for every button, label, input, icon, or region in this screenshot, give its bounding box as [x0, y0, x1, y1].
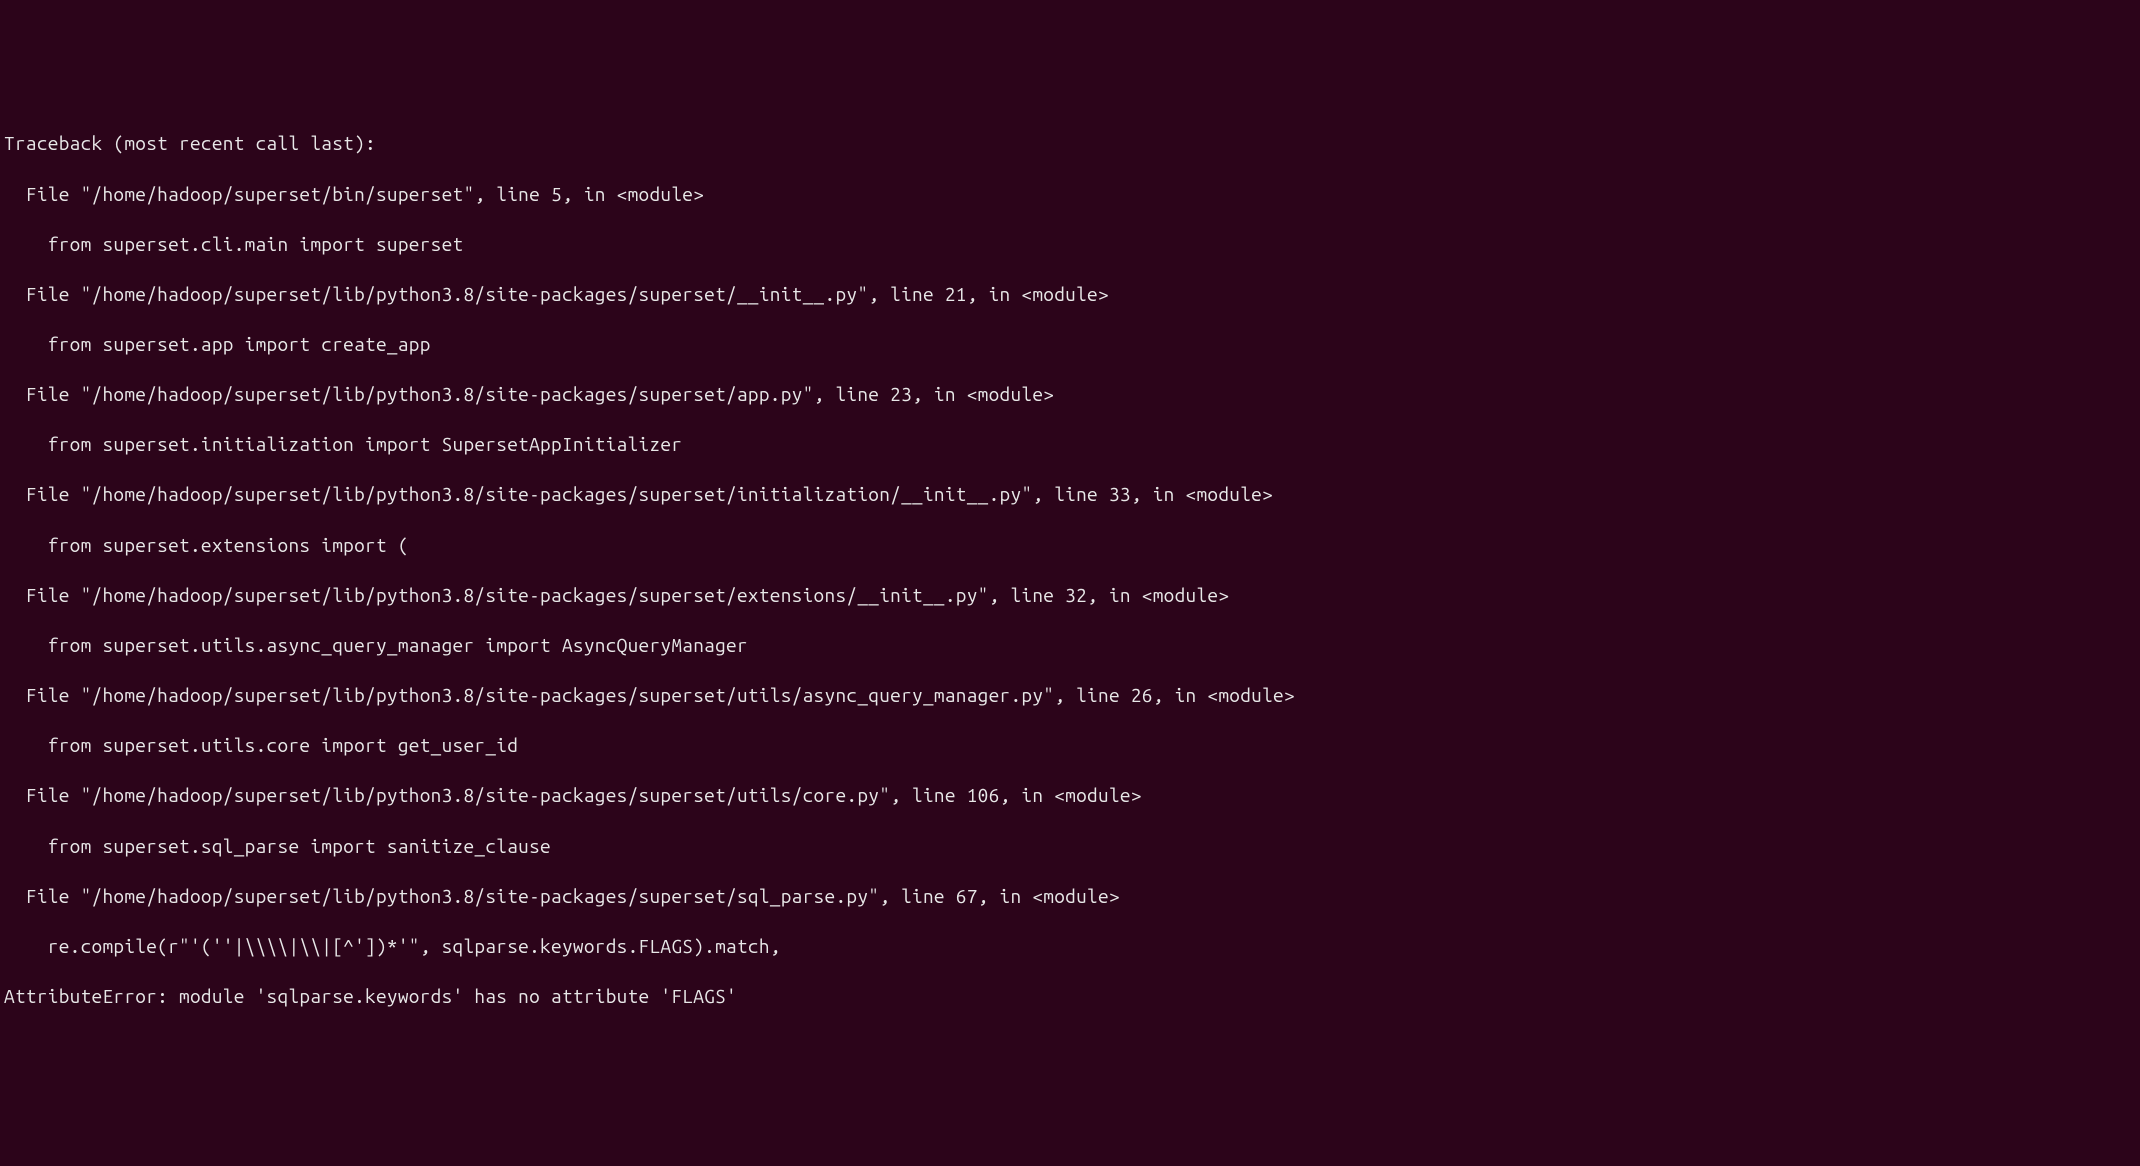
- traceback-header: Traceback (most recent call last):: [4, 131, 2136, 156]
- traceback-frame-code: from superset.utils.async_query_manager …: [4, 633, 2136, 658]
- traceback-frame-code: from superset.sql_parse import sanitize_…: [4, 834, 2136, 859]
- terminal-output: Traceback (most recent call last): File …: [4, 106, 2136, 1034]
- traceback-frame-file: File "/home/hadoop/superset/lib/python3.…: [4, 482, 2136, 507]
- traceback-frame-file: File "/home/hadoop/superset/lib/python3.…: [4, 783, 2136, 808]
- traceback-frame-file: File "/home/hadoop/superset/bin/superset…: [4, 182, 2136, 207]
- traceback-frame-file: File "/home/hadoop/superset/lib/python3.…: [4, 382, 2136, 407]
- traceback-frame-code: from superset.initialization import Supe…: [4, 432, 2136, 457]
- traceback-frame-code: from superset.extensions import (: [4, 533, 2136, 558]
- traceback-error: AttributeError: module 'sqlparse.keyword…: [4, 984, 2136, 1009]
- traceback-frame-code: from superset.cli.main import superset: [4, 232, 2136, 257]
- traceback-frame-file: File "/home/hadoop/superset/lib/python3.…: [4, 683, 2136, 708]
- traceback-frame-code: from superset.app import create_app: [4, 332, 2136, 357]
- traceback-frame-code: re.compile(r"'(''|\\\\|\\|[^'])*'", sqlp…: [4, 934, 2136, 959]
- traceback-frame-file: File "/home/hadoop/superset/lib/python3.…: [4, 583, 2136, 608]
- traceback-frame-file: File "/home/hadoop/superset/lib/python3.…: [4, 884, 2136, 909]
- traceback-frame-code: from superset.utils.core import get_user…: [4, 733, 2136, 758]
- traceback-frame-file: File "/home/hadoop/superset/lib/python3.…: [4, 282, 2136, 307]
